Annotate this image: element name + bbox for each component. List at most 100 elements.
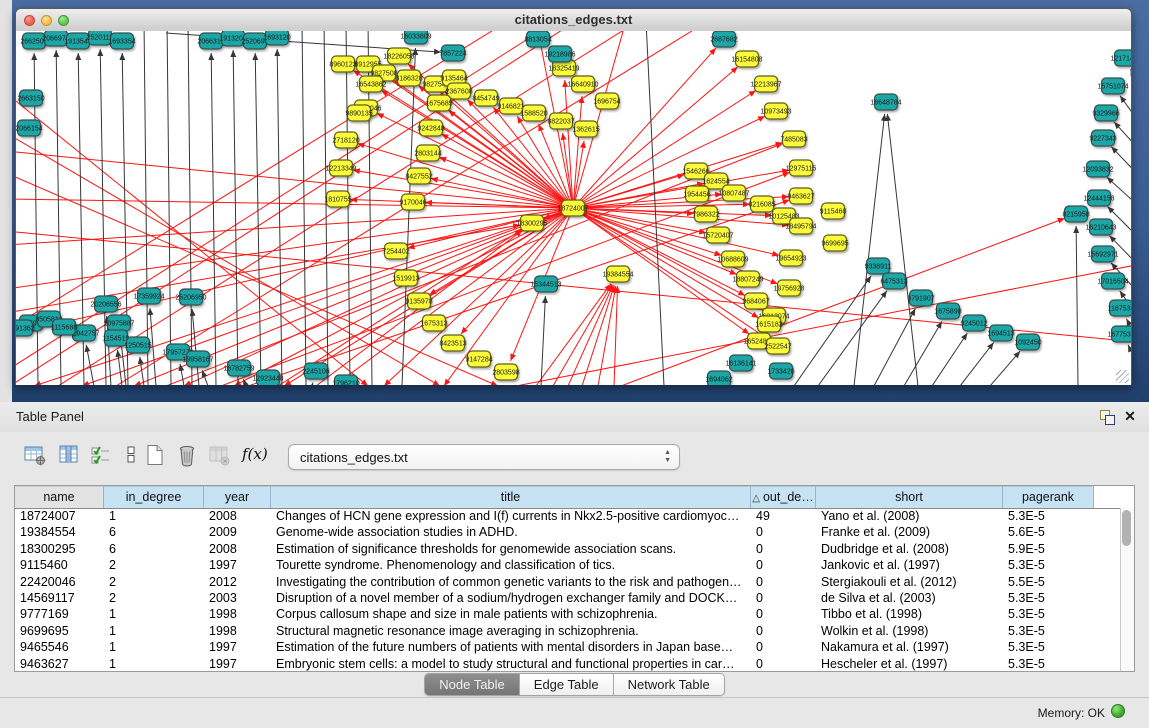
- citation-edge[interactable]: [167, 31, 171, 385]
- graph-node[interactable]: 9245012: [960, 315, 987, 331]
- graph-node[interactable]: 2663150: [17, 90, 44, 106]
- table-cell[interactable]: 18724007: [15, 508, 104, 524]
- graph-node[interactable]: 12093832: [1082, 161, 1113, 177]
- table-cell[interactable]: 5.3E-5: [1003, 508, 1094, 524]
- graph-node[interactable]: 2803144: [414, 145, 441, 161]
- table-row[interactable]: 946362711997Embryonic stem cells: a mode…: [15, 656, 1121, 671]
- table-cell[interactable]: 18300295: [15, 541, 104, 557]
- graph-node[interactable]: 16782759: [223, 360, 254, 376]
- citation-edge[interactable]: [16, 208, 573, 335]
- table-row[interactable]: 1456911722003Disruption of a novel membe…: [15, 590, 1121, 606]
- table-cell[interactable]: 2003: [204, 590, 271, 606]
- citation-edge[interactable]: [854, 114, 885, 385]
- citation-edge[interactable]: [86, 345, 94, 385]
- graph-node[interactable]: 19218986: [544, 46, 575, 62]
- graph-node[interactable]: 12171434: [1110, 50, 1131, 66]
- graph-node[interactable]: 1362615: [572, 121, 599, 137]
- table-cell[interactable]: 5.3E-5: [1003, 623, 1094, 639]
- graph-node[interactable]: 7485083: [780, 131, 807, 147]
- table-cell[interactable]: Tibbo et al. (1998): [816, 606, 1003, 622]
- citation-edge[interactable]: [1076, 226, 1078, 385]
- table-cell[interactable]: Structural magnetic resonance image aver…: [271, 623, 751, 639]
- delete-table-button[interactable]: [174, 442, 200, 468]
- table-cell[interactable]: Corpus callosum shape and size in male p…: [271, 606, 751, 622]
- graph-node[interactable]: 9135978: [405, 293, 432, 309]
- graph-node[interactable]: 7857224: [439, 45, 466, 61]
- graph-node[interactable]: 16033809: [400, 31, 431, 44]
- graph-node[interactable]: 1588520: [520, 105, 547, 121]
- table-cell[interactable]: 2: [104, 557, 204, 573]
- table-cell[interactable]: 5.6E-5: [1003, 524, 1094, 540]
- table-cell[interactable]: 9777169: [15, 606, 104, 622]
- graph-node[interactable]: 9463627: [787, 188, 814, 204]
- graph-node[interactable]: 16648784: [870, 94, 901, 110]
- tab-edge-table[interactable]: Edge Table: [520, 674, 614, 695]
- table-cell[interactable]: 0: [751, 557, 816, 573]
- create-table-button[interactable]: [142, 442, 168, 468]
- table-cell[interactable]: Stergiakouli et al. (2012): [816, 574, 1003, 590]
- table-row[interactable]: 1938455462009Genome-wide association stu…: [15, 524, 1121, 540]
- graph-node[interactable]: 16136141: [725, 355, 756, 371]
- table-cell[interactable]: Embryonic stem cells: a model to study s…: [271, 656, 751, 671]
- graph-node[interactable]: 9147284: [465, 351, 492, 367]
- table-row[interactable]: 977716911998Corpus callosum shape and si…: [15, 606, 1121, 622]
- graph-node[interactable]: 7986322: [692, 206, 719, 222]
- citation-edge[interactable]: [573, 31, 626, 208]
- citation-edge[interactable]: [16, 208, 573, 289]
- table-cell[interactable]: Yano et al. (2008): [816, 508, 1003, 524]
- graph-node[interactable]: 1810755: [324, 191, 351, 207]
- table-cell[interactable]: 0: [751, 623, 816, 639]
- column-header-title[interactable]: title: [271, 486, 751, 508]
- graph-node[interactable]: 19654923: [775, 250, 806, 266]
- table-cell[interactable]: 6: [104, 524, 204, 540]
- citation-edge[interactable]: [990, 351, 1020, 385]
- citation-edge[interactable]: [402, 48, 416, 385]
- graph-node[interactable]: 9170046: [399, 194, 426, 210]
- table-cell[interactable]: 1998: [204, 623, 271, 639]
- graph-node[interactable]: 7254402: [382, 243, 409, 259]
- graph-node[interactable]: 15751074: [1097, 78, 1128, 94]
- citation-edge[interactable]: [16, 151, 573, 208]
- table-cell[interactable]: 9115460: [15, 557, 104, 573]
- citation-edge[interactable]: [233, 50, 238, 385]
- show-columns-button[interactable]: [56, 442, 82, 468]
- graph-node[interactable]: 12975115: [786, 160, 817, 176]
- graph-node[interactable]: 8454749: [472, 90, 499, 106]
- graph-node[interactable]: 17016504: [1097, 273, 1128, 289]
- table-cell[interactable]: 19384554: [15, 524, 104, 540]
- table-cell[interactable]: 6: [104, 541, 204, 557]
- table-cell[interactable]: 5.3E-5: [1003, 656, 1094, 671]
- table-row[interactable]: 946554611997Estimation of the future num…: [15, 639, 1121, 655]
- table-cell[interactable]: 0: [751, 639, 816, 655]
- graph-node[interactable]: 1250515: [124, 337, 151, 353]
- table-cell[interactable]: 1: [104, 623, 204, 639]
- graph-node[interactable]: 1115688: [51, 319, 77, 335]
- graph-node[interactable]: 1675898: [934, 303, 961, 319]
- table-cell[interactable]: 1: [104, 508, 204, 524]
- graph-node[interactable]: 8427552: [405, 168, 432, 184]
- citation-edge[interactable]: [1111, 147, 1131, 181]
- table-cell[interactable]: 2009: [204, 524, 271, 540]
- table-cell[interactable]: 0: [751, 656, 816, 671]
- table-cell[interactable]: 49: [751, 508, 816, 524]
- table-cell[interactable]: 1: [104, 606, 204, 622]
- graph-node[interactable]: 18300295: [516, 215, 547, 231]
- citation-edge[interactable]: [16, 31, 576, 385]
- graph-node[interactable]: 8960123: [329, 56, 356, 72]
- graph-node[interactable]: 9890135: [345, 105, 372, 121]
- graph-node[interactable]: 1615182: [755, 316, 782, 332]
- graph-node[interactable]: 1696754: [593, 93, 620, 109]
- graph-node[interactable]: 10975887: [103, 315, 134, 331]
- graph-node[interactable]: 1796210: [332, 375, 359, 385]
- graph-node[interactable]: 18724007: [557, 200, 588, 216]
- network-window-titlebar[interactable]: citations_edges.txt: [16, 9, 1131, 32]
- table-cell[interactable]: 1: [104, 656, 204, 671]
- column-header-pagerank[interactable]: pagerank: [1003, 486, 1094, 508]
- citation-edge[interactable]: [117, 350, 122, 385]
- table-cell[interactable]: 2008: [204, 508, 271, 524]
- graph-node[interactable]: 1167533: [1108, 300, 1131, 316]
- graph-node[interactable]: 16543862: [355, 76, 386, 92]
- canvas-resize-grip[interactable]: [1116, 370, 1129, 383]
- graph-node[interactable]: 1693354: [108, 33, 135, 49]
- graph-node[interactable]: 2245106: [302, 363, 329, 379]
